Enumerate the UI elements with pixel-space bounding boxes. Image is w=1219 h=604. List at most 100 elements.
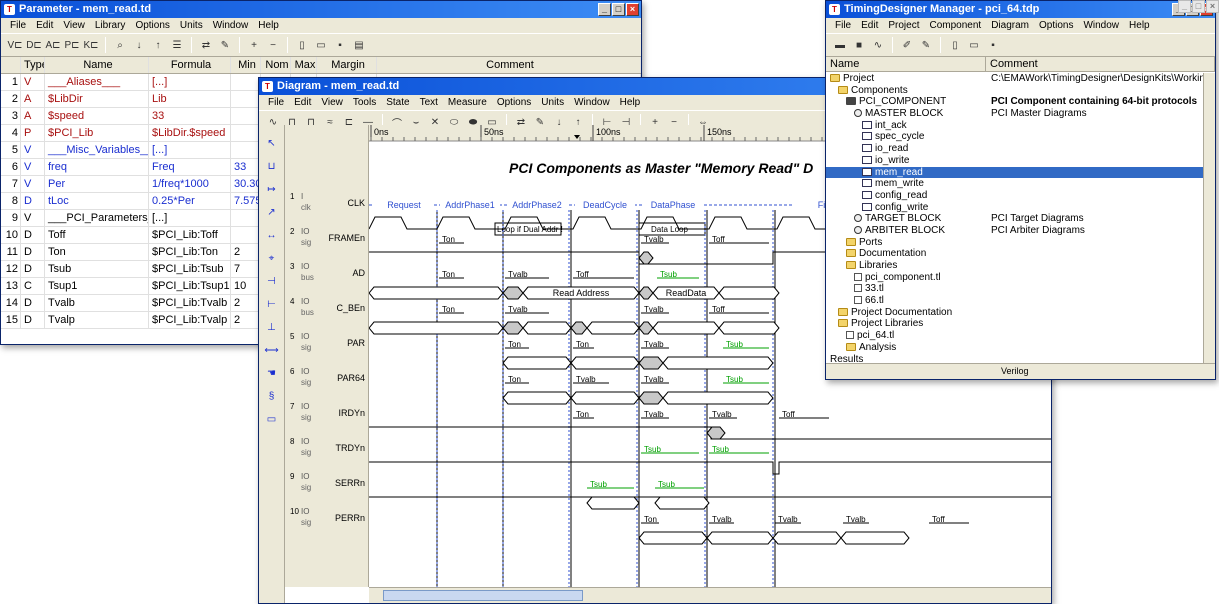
menu-options[interactable]: Options (492, 95, 536, 110)
formula-cell[interactable]: $LibDir.$speed (149, 125, 231, 141)
tree-item[interactable]: Components (826, 85, 1203, 97)
tree-item[interactable]: Project C:\EMAWork\TimingDesigner\DesignK… (826, 73, 1203, 85)
col-type[interactable]: Type (21, 57, 45, 73)
signal-row[interactable]: 3 IO bus AD (285, 258, 369, 292)
menu-options[interactable]: Options (130, 18, 174, 33)
type-cell[interactable]: D (21, 261, 45, 277)
print-icon[interactable]: ▤ (351, 37, 367, 53)
formula-cell[interactable]: Freq (149, 159, 231, 175)
tree-item[interactable]: Libraries (826, 260, 1203, 272)
menu-file[interactable]: File (830, 18, 856, 33)
marker-icon[interactable]: ⌖ (264, 250, 280, 266)
row-number[interactable]: 5 (1, 142, 21, 158)
new-icon[interactable]: ▯ (947, 37, 963, 53)
name-cell[interactable]: Per (45, 176, 149, 192)
range-icon[interactable]: ⊢ (264, 296, 280, 312)
type-cell[interactable]: D (21, 193, 45, 209)
find-icon[interactable]: ⌕ (112, 37, 128, 53)
tree-item[interactable]: Results (826, 354, 1203, 364)
menu-edit[interactable]: Edit (31, 18, 58, 33)
formula-cell[interactable]: $PCI_Lib:Tsup1 (149, 278, 231, 294)
min-cell[interactable] (231, 108, 261, 124)
hand-icon[interactable]: ☚ (264, 365, 280, 381)
tree-item[interactable]: 33.tl (826, 283, 1203, 295)
min-cell[interactable]: 30.303 (231, 176, 261, 192)
alias-tool-icon[interactable]: A⊏ (45, 37, 61, 53)
save-icon[interactable]: ▪ (332, 37, 348, 53)
delay-icon[interactable]: ↦ (264, 181, 280, 197)
signal-row[interactable]: 6 IO sig PAR64 (285, 363, 369, 397)
formula-cell[interactable]: [...] (149, 74, 231, 90)
menu-window[interactable]: Window (1078, 18, 1124, 33)
name-cell[interactable]: freq (45, 159, 149, 175)
tree-item[interactable]: PCI_COMPONENT PCI Component containing 64… (826, 96, 1203, 108)
type-cell[interactable]: A (21, 108, 45, 124)
formula-cell[interactable]: 1/freq*1000 (149, 176, 231, 192)
name-cell[interactable]: Toff (45, 227, 149, 243)
menu-edit[interactable]: Edit (289, 95, 316, 110)
name-cell[interactable]: tLoc (45, 193, 149, 209)
type-cell[interactable]: V (21, 74, 45, 90)
manager-titlebar[interactable]: T TimingDesigner Manager - pci_64.tdp _ … (826, 1, 1215, 18)
pencil-icon[interactable]: ✎ (918, 37, 934, 53)
tree-item[interactable]: spec_cycle (826, 131, 1203, 143)
setup-icon[interactable]: ↗ (264, 204, 280, 220)
col-name[interactable]: Name (826, 57, 986, 71)
type-cell[interactable]: D (21, 227, 45, 243)
sort-asc-icon[interactable]: ↓ (131, 37, 147, 53)
menu-help[interactable]: Help (1124, 18, 1155, 33)
menu-units[interactable]: Units (536, 95, 569, 110)
name-cell[interactable]: ___PCI_Parameters___ (45, 210, 149, 226)
min-cell[interactable]: 10 (231, 278, 261, 294)
type-cell[interactable]: D (21, 312, 45, 328)
formula-cell[interactable]: 33 (149, 108, 231, 124)
new-icon[interactable]: ▯ (294, 37, 310, 53)
tree-item[interactable]: Project Libraries (826, 318, 1203, 330)
menu-units[interactable]: Units (175, 18, 208, 33)
col-name[interactable]: Name (45, 57, 149, 73)
signal-row[interactable]: 5 IO sig PAR (285, 328, 369, 362)
pencil-icon[interactable]: ✎ (217, 37, 233, 53)
span-icon[interactable]: ⊣ (264, 273, 280, 289)
insert-row-icon[interactable]: + (246, 37, 262, 53)
col-min[interactable]: Min (231, 57, 261, 73)
name-cell[interactable]: Tsub (45, 261, 149, 277)
formula-cell[interactable]: $PCI_Lib:Ton (149, 244, 231, 260)
minimize-icon[interactable]: _ (598, 3, 611, 16)
type-cell[interactable]: C (21, 278, 45, 294)
signal-row[interactable]: 2 IO sig FRAMEn (285, 223, 369, 257)
row-number[interactable]: 1 (1, 74, 21, 90)
tree-item[interactable]: io_read (826, 143, 1203, 155)
signal-row[interactable]: 8 IO sig TRDYn (285, 433, 369, 467)
derived-tool-icon[interactable]: D⊏ (26, 37, 42, 53)
formula-cell[interactable]: [...] (149, 210, 231, 226)
row-number[interactable]: 14 (1, 295, 21, 311)
row-number[interactable]: 8 (1, 193, 21, 209)
min-cell[interactable]: 2 (231, 312, 261, 328)
menu-options[interactable]: Options (1034, 18, 1078, 33)
tree-item[interactable]: pci_component.tl (826, 272, 1203, 284)
bus-tool-icon[interactable]: ▭ (264, 411, 280, 427)
row-number[interactable]: 9 (1, 210, 21, 226)
edit-icon[interactable]: ✐ (899, 37, 915, 53)
name-cell[interactable]: ___Aliases___ (45, 74, 149, 90)
min-cell[interactable]: 2 (231, 295, 261, 311)
menu-view[interactable]: View (58, 18, 90, 33)
tree-item[interactable]: TARGET BLOCK PCI Target Diagrams (826, 213, 1203, 225)
name-cell[interactable]: $speed (45, 108, 149, 124)
formula-cell[interactable]: $PCI_Lib:Toff (149, 227, 231, 243)
sort-desc-icon[interactable]: ↑ (150, 37, 166, 53)
row-number[interactable]: 10 (1, 227, 21, 243)
col-comment[interactable]: Comment (986, 57, 1215, 71)
menu-edit[interactable]: Edit (856, 18, 883, 33)
menu-file[interactable]: File (263, 95, 289, 110)
name-cell[interactable]: Tvalp (45, 312, 149, 328)
formula-cell[interactable]: $PCI_Lib:Tvalp (149, 312, 231, 328)
tree-item[interactable]: int_ack (826, 120, 1203, 132)
tree-item[interactable]: Documentation (826, 248, 1203, 260)
row-number[interactable]: 11 (1, 244, 21, 260)
formula-cell[interactable]: [...] (149, 142, 231, 158)
menu-text[interactable]: Text (415, 95, 443, 110)
type-cell[interactable]: A (21, 91, 45, 107)
name-cell[interactable]: ___Misc_Variables___ (45, 142, 149, 158)
